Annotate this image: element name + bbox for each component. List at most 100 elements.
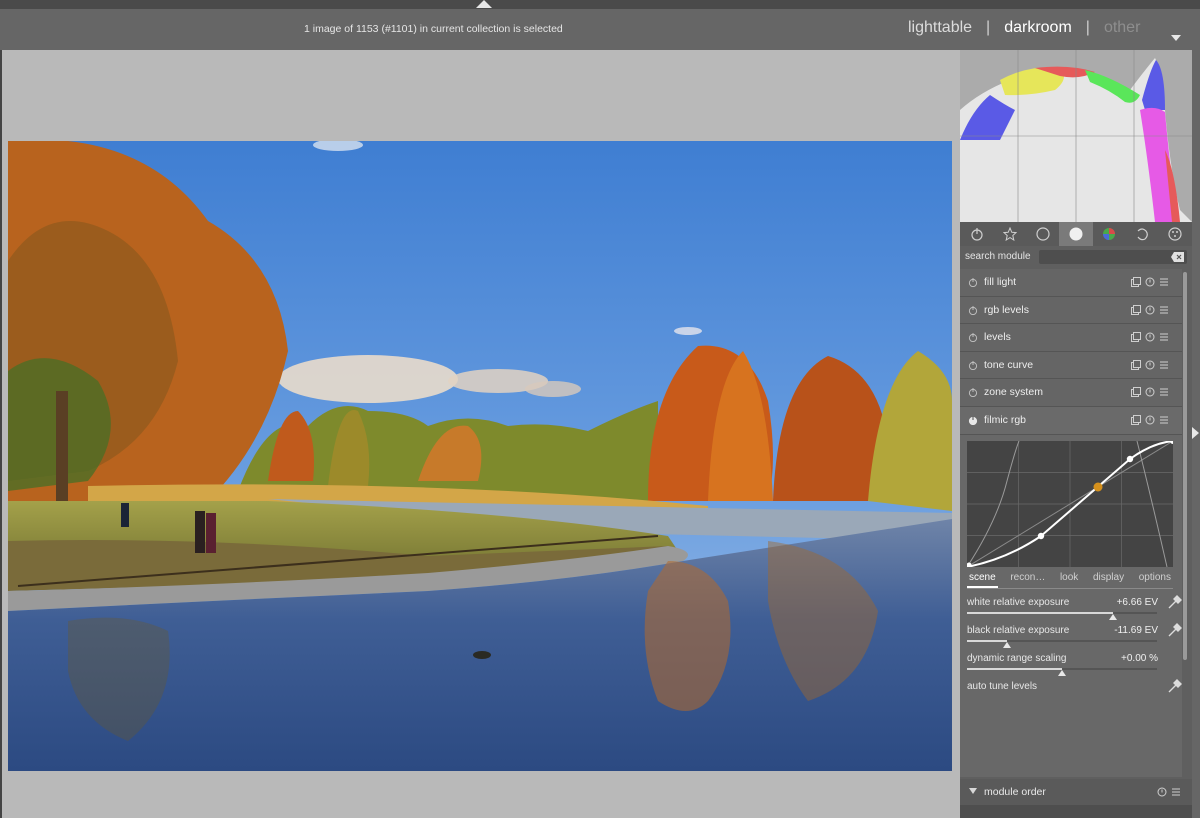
left-panel-edge[interactable]: [0, 50, 2, 818]
tone-icon: [1069, 227, 1083, 241]
clear-search-icon[interactable]: [1171, 252, 1184, 262]
presets-icon[interactable]: [1131, 359, 1141, 370]
power-icon[interactable]: [968, 387, 978, 398]
menu-icon[interactable]: [1159, 360, 1169, 370]
slider-thumb[interactable]: [1002, 642, 1011, 648]
slider-value: +0.00 %: [1121, 653, 1158, 664]
module-filmic-rgb[interactable]: filmic rgb: [960, 406, 1182, 435]
tab-tone-modules[interactable]: [1059, 222, 1093, 246]
search-module-row: search module: [960, 246, 1192, 268]
slider-label: dynamic range scaling: [967, 653, 1067, 664]
module-name: filmic rgb: [984, 413, 1027, 426]
color-picker-icon[interactable]: [1166, 623, 1182, 639]
module-scrollbar[interactable]: [1183, 272, 1187, 660]
slider-fill: [967, 612, 1114, 614]
module-actions: [1131, 387, 1169, 398]
search-module-input[interactable]: [1039, 250, 1187, 264]
reset-icon[interactable]: [1145, 387, 1155, 397]
tab-basic-modules[interactable]: [1026, 222, 1059, 246]
auto-tune-label: auto tune levels: [967, 681, 1038, 692]
slider-fill: [967, 668, 1062, 670]
header-bar: 1 image of 1153 (#1101) in current colle…: [0, 9, 1200, 50]
menu-icon[interactable]: [1159, 415, 1169, 425]
presets-icon[interactable]: [1131, 414, 1141, 425]
filmic-curve-graph[interactable]: [966, 438, 1176, 568]
reset-icon[interactable]: [1157, 787, 1167, 797]
module-tone-curve[interactable]: tone curve: [960, 351, 1182, 380]
bottom-panel-strip: [960, 805, 1192, 818]
tab-favorite-modules[interactable]: [993, 222, 1026, 246]
view-darkroom[interactable]: darkroom: [1004, 19, 1072, 37]
tab-reconstruct[interactable]: recon…: [1008, 572, 1047, 588]
module-zone-system[interactable]: zone system: [960, 379, 1182, 407]
circle-icon: [1036, 227, 1050, 241]
tab-effect-modules[interactable]: [1159, 222, 1192, 246]
menu-icon[interactable]: [1159, 387, 1169, 397]
power-icon[interactable]: [968, 305, 978, 315]
menu-icon[interactable]: [1159, 305, 1169, 315]
right-panel: search module fill light rgb levels leve…: [960, 50, 1192, 818]
module-actions: [1131, 332, 1169, 343]
module-order-actions: [1157, 787, 1181, 797]
tab-correct-modules[interactable]: [1126, 222, 1159, 246]
expand-top-panel-icon[interactable]: [476, 0, 492, 8]
auto-tune-levels-row[interactable]: auto tune levels: [967, 679, 1182, 707]
tab-scene[interactable]: scene: [967, 572, 998, 588]
effect-icon: [1168, 227, 1183, 241]
slider-thumb[interactable]: [1109, 614, 1118, 620]
color-picker-icon[interactable]: [1166, 679, 1182, 695]
reset-icon[interactable]: [1145, 277, 1155, 287]
tab-look[interactable]: look: [1058, 572, 1080, 588]
filmic-curve: [966, 438, 1176, 568]
park-lake-photo: [8, 141, 952, 771]
module-fill-light[interactable]: fill light: [960, 269, 1182, 297]
search-module-label: search module: [965, 251, 1031, 262]
presets-icon[interactable]: [1131, 304, 1141, 315]
module-order-row[interactable]: module order: [960, 779, 1192, 805]
dynamic-range-scaling-slider[interactable]: dynamic range scaling +0.00 %: [967, 653, 1182, 679]
collapse-right-panel-icon[interactable]: [1192, 427, 1199, 439]
menu-icon[interactable]: [1159, 277, 1169, 287]
power-icon: [970, 228, 983, 241]
reset-icon[interactable]: [1145, 305, 1155, 315]
reset-icon[interactable]: [1145, 415, 1155, 425]
view-other[interactable]: other: [1104, 19, 1140, 37]
module-rgb-levels[interactable]: rgb levels: [960, 296, 1182, 325]
view-lighttable[interactable]: lighttable: [908, 19, 972, 37]
histogram[interactable]: [960, 50, 1192, 222]
presets-icon[interactable]: [1131, 387, 1141, 398]
module-name: levels: [984, 331, 1011, 344]
power-icon[interactable]: [968, 277, 978, 287]
slider-value: +6.66 EV: [1116, 597, 1158, 608]
module-actions: [1131, 359, 1169, 370]
chevron-down-icon[interactable]: [1171, 35, 1181, 41]
filmic-rgb-panel: scene recon… look display options white …: [960, 435, 1182, 777]
tab-divider: [967, 588, 1173, 589]
menu-icon[interactable]: [1171, 787, 1181, 797]
module-levels[interactable]: levels: [960, 324, 1182, 352]
power-icon[interactable]: [968, 415, 978, 425]
black-relative-exposure-slider[interactable]: black relative exposure -11.69 EV: [967, 623, 1182, 651]
slider-label: white relative exposure: [967, 597, 1070, 608]
slider-thumb[interactable]: [1058, 670, 1066, 676]
menu-icon[interactable]: [1159, 332, 1169, 342]
module-list: fill light rgb levels levels tone curve …: [960, 269, 1182, 435]
module-name: zone system: [984, 386, 1043, 399]
reset-icon[interactable]: [1145, 332, 1155, 342]
tab-active-modules[interactable]: [960, 222, 993, 246]
reset-icon[interactable]: [1145, 360, 1155, 370]
power-icon[interactable]: [968, 360, 978, 370]
white-relative-exposure-slider[interactable]: white relative exposure +6.66 EV: [967, 595, 1182, 623]
histogram-plot: [960, 50, 1192, 222]
presets-icon[interactable]: [1131, 332, 1141, 343]
module-order-label: module order: [984, 786, 1046, 798]
color-picker-icon[interactable]: [1166, 595, 1182, 611]
image-preview[interactable]: [8, 141, 952, 771]
presets-icon[interactable]: [1131, 277, 1141, 287]
tab-color-modules[interactable]: [1093, 222, 1126, 246]
tab-display[interactable]: display: [1091, 572, 1126, 588]
tab-options[interactable]: options: [1137, 572, 1173, 588]
power-icon[interactable]: [968, 332, 978, 343]
view-separator: |: [986, 19, 991, 36]
top-panel-strip: [0, 0, 1200, 9]
